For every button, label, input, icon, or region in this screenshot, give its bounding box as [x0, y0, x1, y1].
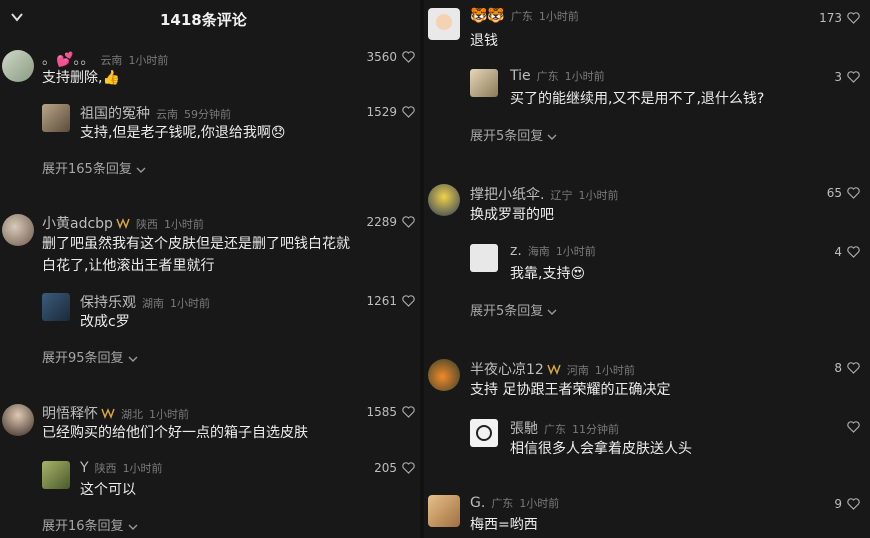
avatar[interactable]: [2, 404, 34, 436]
crown-badge-icon: [547, 364, 561, 375]
avatar[interactable]: [42, 293, 70, 321]
avatar[interactable]: [470, 69, 498, 97]
comment-text: 支持 足协跟王者荣耀的正确决定: [470, 382, 671, 398]
reply-author[interactable]: 祖国的冤种 云南 59分钟前: [80, 103, 231, 123]
reply-text: 支持,但是老子钱呢,你退给我啊😞: [80, 125, 286, 141]
emoji-badge-icon: 🐯🐯: [470, 8, 505, 24]
heart-icon: [847, 71, 860, 83]
like-count[interactable]: 1585: [366, 405, 415, 419]
chevron-down-icon: [128, 524, 138, 530]
like-count[interactable]: 1261: [366, 294, 415, 308]
like-count[interactable]: 1529: [366, 105, 415, 119]
comment-author[interactable]: 半夜心凉12 河南 1小时前: [470, 359, 635, 379]
heart-icon: [847, 421, 860, 433]
heart-icon: [402, 51, 415, 63]
comment-text: 退钱: [470, 33, 498, 49]
comment-author[interactable]: 明悟释怀 湖北 1小时前: [42, 403, 189, 423]
comment-text: 支持删除,👍: [42, 70, 120, 86]
comment-author[interactable]: 撑把小纸伞. 辽宁 1小时前: [470, 184, 618, 204]
chevron-down-icon: [128, 356, 138, 362]
comment-text: 已经购买的给他们个好一点的箱子自选皮肤: [42, 425, 308, 441]
comment-text: 梅西=哟西: [470, 517, 538, 533]
heart-icon: [402, 106, 415, 118]
avatar[interactable]: [470, 419, 498, 447]
like-count[interactable]: 65: [827, 186, 860, 200]
expand-replies-button[interactable]: 展开5条回复: [470, 125, 557, 144]
comment-text-line2: 白花了,让他滚出王者里就行: [42, 258, 215, 274]
avatar[interactable]: [42, 104, 70, 132]
like-count[interactable]: 173: [819, 11, 860, 25]
crown-badge-icon: [101, 408, 115, 419]
like-count[interactable]: 9: [834, 497, 860, 511]
reply-author[interactable]: z. 海南 1小时前: [510, 243, 596, 259]
reply-text: 我靠,支持😍: [510, 266, 586, 282]
heart-icon: [847, 362, 860, 374]
like-count[interactable]: 3: [834, 70, 860, 84]
expand-replies-button[interactable]: 展开5条回复: [470, 300, 557, 319]
like-button[interactable]: [842, 420, 860, 434]
like-count[interactable]: 2289: [366, 215, 415, 229]
reply-text: 买了的能继续用,又不是用不了,退什么钱?: [510, 91, 765, 107]
heart-icon: [847, 498, 860, 510]
left-comment-panel: 1418条评论 。💕。。 云南 1小时前 3560 支持删除,👍 祖国的冤种 云南 59…: [0, 0, 420, 538]
reply-text: 这个可以: [80, 482, 136, 498]
comment-author[interactable]: G. 广东 1小时前: [470, 495, 559, 511]
chevron-down-icon: [547, 309, 557, 315]
avatar[interactable]: [428, 495, 460, 527]
collapse-chevron-icon[interactable]: [10, 10, 24, 24]
comment-text: 换成罗哥的吧: [470, 207, 554, 223]
chevron-down-icon: [136, 167, 146, 173]
comment-author[interactable]: 🐯🐯 广东 1小时前: [470, 8, 579, 24]
comment-author[interactable]: 小黄adcbp 陕西 1小时前: [42, 213, 204, 233]
reply-author[interactable]: Y 陕西 1小时前: [80, 460, 163, 476]
avatar[interactable]: [470, 244, 498, 272]
heart-icon: [847, 12, 860, 24]
comment-text: 删了吧虽然我有这个皮肤但是还是删了吧钱白花就: [42, 236, 350, 252]
reply-author[interactable]: Tie 广东 1小时前: [510, 68, 605, 84]
heart-icon: [402, 462, 415, 474]
like-count[interactable]: 205: [374, 461, 415, 475]
heart-icon: [847, 246, 860, 258]
reply-author[interactable]: 張馳 广东 11分钟前: [510, 418, 619, 438]
heart-icon: [402, 406, 415, 418]
expand-replies-button[interactable]: 展开165条回复: [42, 158, 146, 177]
avatar[interactable]: [42, 461, 70, 489]
comment-author[interactable]: 。💕。。 云南 1小时前: [42, 49, 168, 69]
expand-replies-button[interactable]: 展开16条回复: [42, 515, 138, 534]
avatar[interactable]: [2, 50, 34, 82]
avatar[interactable]: [428, 359, 460, 391]
right-comment-panel: 🐯🐯 广东 1小时前 173 退钱 Tie 广东 1小时前 3 买了的能继续用,又不是用…: [424, 0, 870, 538]
reply-text: 相信很多人会拿着皮肤送人头: [510, 441, 692, 457]
crown-badge-icon: [116, 218, 130, 229]
avatar[interactable]: [428, 184, 460, 216]
expand-replies-button[interactable]: 展开95条回复: [42, 347, 138, 366]
like-count[interactable]: 8: [834, 361, 860, 375]
comments-header: 1418条评论: [0, 0, 420, 36]
like-count[interactable]: 3560: [366, 50, 415, 64]
heart-icon: [402, 216, 415, 228]
comment-count-title: 1418条评论: [160, 11, 247, 29]
chevron-down-icon: [547, 134, 557, 140]
avatar[interactable]: [428, 8, 460, 40]
like-count[interactable]: 4: [834, 245, 860, 259]
comment-page: 1418条评论 。💕。。 云南 1小时前 3560 支持删除,👍 祖国的冤种 云南 59…: [0, 0, 870, 538]
heart-icon: [847, 187, 860, 199]
avatar[interactable]: [2, 214, 34, 246]
reply-author[interactable]: 保持乐观 湖南 1小时前: [80, 292, 210, 312]
heart-icon: [402, 295, 415, 307]
reply-text: 改成c罗: [80, 314, 130, 330]
